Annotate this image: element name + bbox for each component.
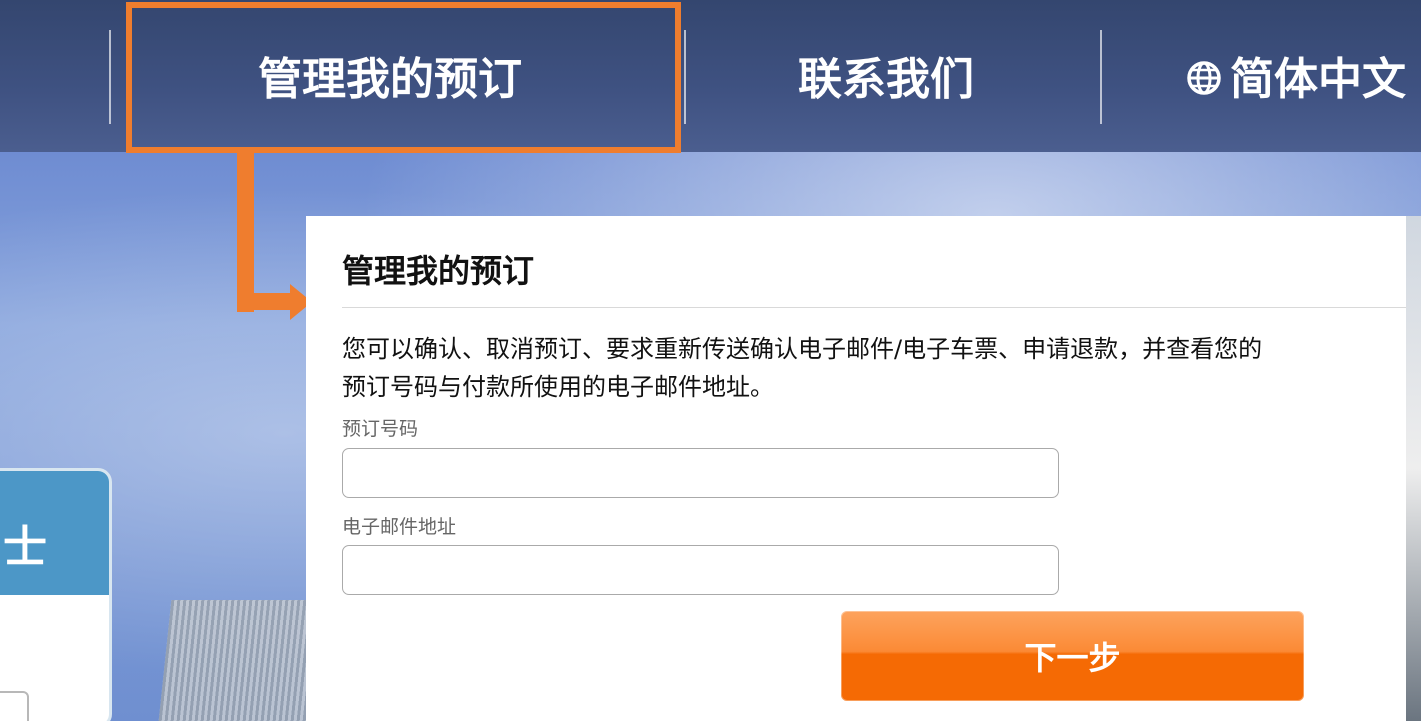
email-label: 电子邮件地址 — [342, 516, 457, 538]
annotation-arrow-vertical — [237, 152, 254, 312]
panel-description: 您可以确认、取消预订、要求重新传送确认电子邮件/电子车票、申请退款，并查看您的 … — [342, 330, 1406, 406]
nav-item-language[interactable]: 简体中文 — [1186, 50, 1406, 110]
manage-booking-panel: 管理我的预订 您可以确认、取消预订、要求重新传送确认电子邮件/电子车票、申请退款… — [306, 216, 1406, 721]
annotation-arrow-horizontal — [237, 293, 293, 310]
booking-number-label: 预订号码 — [342, 418, 419, 440]
language-label: 简体中文 — [1230, 54, 1406, 105]
left-card-text: 士 — [3, 522, 47, 573]
left-card-input[interactable] — [0, 691, 29, 721]
nav-separator — [109, 30, 111, 124]
next-button[interactable]: 下一步 — [841, 611, 1304, 701]
nav-separator — [684, 30, 686, 124]
highlight-annotation-box — [126, 2, 681, 153]
left-partial-card: 士 — [0, 468, 112, 721]
nav-separator — [1100, 30, 1102, 124]
background-right-strip — [1406, 216, 1421, 721]
nav-item-contact-us[interactable]: 联系我们 — [798, 50, 974, 110]
description-line-1: 您可以确认、取消预订、要求重新传送确认电子邮件/电子车票、申请退款，并查看您的 — [342, 335, 1263, 363]
description-line-2: 预订号码与付款所使用的电子邮件地址。 — [342, 373, 774, 401]
background-building — [158, 600, 322, 721]
email-input[interactable] — [342, 545, 1059, 595]
panel-title: 管理我的预订 — [342, 252, 535, 290]
booking-number-input[interactable] — [342, 448, 1059, 498]
globe-icon — [1186, 52, 1222, 112]
panel-divider — [342, 307, 1406, 308]
